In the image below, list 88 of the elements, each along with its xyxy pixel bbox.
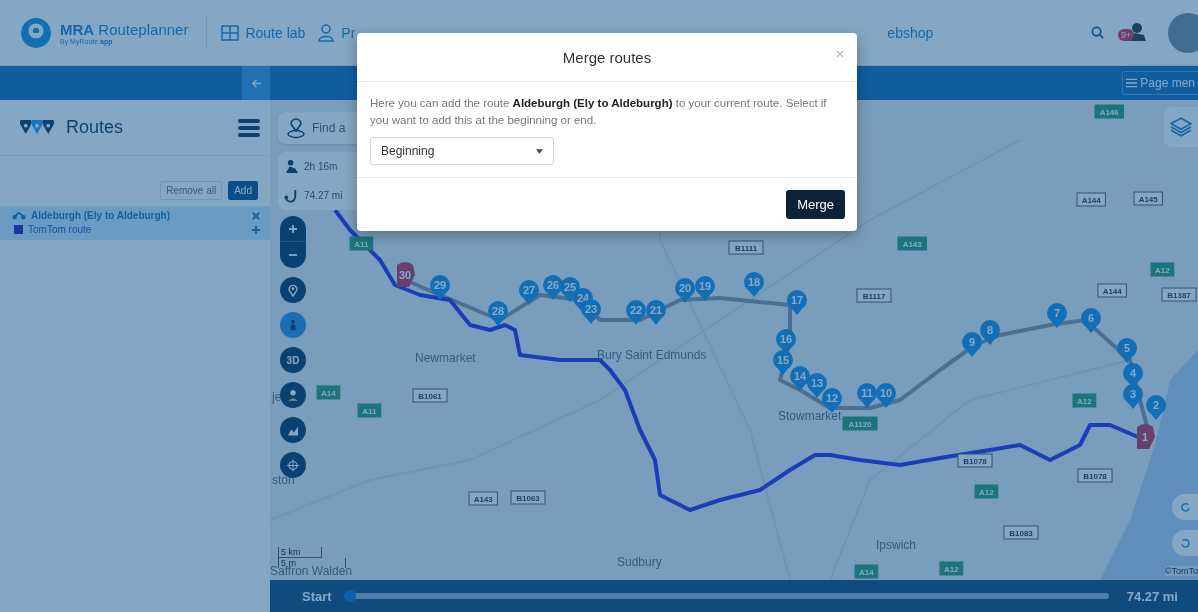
place-name: je xyxy=(272,390,282,404)
road-label: B1078 xyxy=(957,453,993,468)
rotate-button[interactable] xyxy=(1172,494,1198,520)
avatar[interactable] xyxy=(1168,12,1198,53)
reset-button[interactable] xyxy=(1172,530,1198,556)
position-select[interactable]: Beginning xyxy=(370,137,554,165)
close-icon[interactable] xyxy=(835,49,845,59)
rotate-icon xyxy=(1179,501,1191,513)
location-pin-icon xyxy=(286,117,306,139)
road-label: B1117 xyxy=(856,288,892,303)
route-source: TomTom route xyxy=(28,224,92,235)
sidebar-title: Routes xyxy=(66,117,124,138)
zoom-in-button[interactable] xyxy=(280,216,306,242)
grid-icon xyxy=(221,23,240,42)
road-label: A143 xyxy=(468,491,498,506)
zoom-out-button[interactable] xyxy=(280,242,306,268)
layers-button[interactable] xyxy=(1164,107,1198,147)
undo-icon xyxy=(1179,537,1191,549)
layers-icon xyxy=(1170,117,1192,137)
elevation-button[interactable] xyxy=(280,417,306,443)
road-label: A143 xyxy=(897,236,927,251)
road-label: A14 xyxy=(316,385,341,400)
nav-link[interactable]: Route lab xyxy=(221,23,306,42)
nav-link[interactable]: ebshop xyxy=(887,24,934,41)
arrow-left-icon xyxy=(250,77,262,89)
road-label: A144 xyxy=(1097,283,1127,298)
place-name: Ipswich xyxy=(876,538,916,552)
person-icon xyxy=(287,388,299,402)
road-label: A12 xyxy=(1150,262,1175,277)
road-label: A146 xyxy=(1094,104,1124,119)
road-label: B1063 xyxy=(510,490,546,505)
crosshair-icon xyxy=(287,458,299,472)
place-name: ston xyxy=(272,473,295,487)
route-distance: 74.27 mi xyxy=(304,190,343,201)
search-icon[interactable] xyxy=(1091,26,1104,39)
road-label: A12 xyxy=(1072,393,1097,408)
dialog-title: Merge routes xyxy=(562,48,652,66)
3d-button[interactable]: 3D xyxy=(280,347,306,373)
caret-icon xyxy=(536,148,543,154)
person-icon xyxy=(287,318,299,332)
collapse-button[interactable] xyxy=(242,66,270,100)
route-distance-icon xyxy=(284,188,299,203)
notification-badge: 9+ xyxy=(1118,28,1135,41)
road-label: A11 xyxy=(357,403,382,418)
road-label: A14 xyxy=(854,564,879,579)
plus-icon[interactable] xyxy=(252,225,260,234)
road-label: A12 xyxy=(974,484,999,499)
road-label: A11 xyxy=(349,236,374,251)
road-label: A145 xyxy=(1133,191,1163,206)
menu-icon[interactable] xyxy=(238,118,260,137)
route-pins-icon xyxy=(20,120,54,135)
location-pin-icon xyxy=(287,283,299,297)
sidebar-button[interactable]: Remove all xyxy=(160,181,223,200)
road-label: B1078 xyxy=(1077,468,1113,483)
road-label: B1111 xyxy=(728,240,764,255)
location-button[interactable] xyxy=(280,277,306,303)
place-name: Sudbury xyxy=(617,555,662,569)
sidebar-button[interactable]: Add xyxy=(228,181,258,200)
road-label: B1387 xyxy=(1161,287,1197,302)
page-menu-button[interactable]: Page men xyxy=(1122,71,1198,95)
route-item[interactable]: Aldeburgh (Ely to Aldeburgh) TomTom route xyxy=(0,206,270,240)
road-label: B1061 xyxy=(412,388,448,403)
timeline-start-label: Start xyxy=(302,588,332,604)
road-label: A144 xyxy=(1076,192,1106,207)
road-label: A12 xyxy=(939,561,964,576)
logo-icon xyxy=(20,16,52,49)
route-duration: 2h 16m xyxy=(304,161,338,172)
place-name: Newmarket xyxy=(415,351,476,365)
scale-label: 5 km xyxy=(278,547,322,558)
person-icon xyxy=(317,23,336,42)
plus-icon xyxy=(288,223,298,234)
menu-icon xyxy=(1126,78,1138,88)
road-label: A1120 xyxy=(842,416,878,431)
timeline-thumb[interactable] xyxy=(343,590,356,602)
nav-link[interactable]: Pr xyxy=(317,23,356,42)
place-name: Bury Saint Edmunds xyxy=(597,348,707,362)
route-color-square xyxy=(14,225,23,234)
route-name: Aldeburgh (Ely to Aldeburgh) xyxy=(31,210,171,221)
merge-button[interactable]: Merge xyxy=(786,190,845,219)
hand-marker[interactable]: 1 xyxy=(1137,424,1155,449)
dialog-message: Here you can add the route Aldeburgh (Ely to Aldeburgh) to your current route. Select if you want to add this at the beginning or end. xyxy=(370,96,828,128)
road-label: B1083 xyxy=(1003,525,1039,540)
logo-title: MRA Routeplanner xyxy=(60,20,189,38)
person-button[interactable] xyxy=(280,382,306,408)
timeline-end-label: 74.27 mi xyxy=(1126,588,1178,604)
street-view-button[interactable] xyxy=(280,312,306,338)
close-icon[interactable] xyxy=(252,211,260,220)
hand-marker[interactable]: 30 xyxy=(397,262,415,287)
